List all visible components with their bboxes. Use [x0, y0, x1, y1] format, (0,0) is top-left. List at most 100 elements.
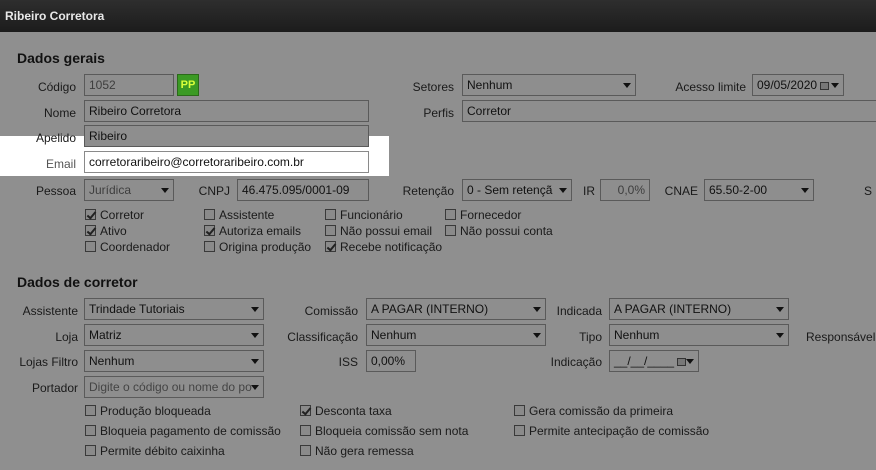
iss-label: ISS	[338, 355, 358, 369]
checkbox-box[interactable]	[325, 225, 336, 236]
setores-value: Nenhum	[467, 78, 513, 92]
checkbox-box[interactable]	[445, 225, 456, 236]
checkbox-bloqueia-pagamento-comissao[interactable]: Bloqueia pagamento de comissão	[85, 424, 281, 438]
checkbox-bloqueia-comissao-sem-nota[interactable]: Bloqueia comissão sem nota	[300, 424, 468, 438]
pessoa-select[interactable]: Jurídica	[84, 179, 174, 201]
checkbox-label: Fornecedor	[460, 208, 522, 222]
checkbox-desconta-taxa[interactable]: Desconta taxa	[300, 404, 392, 418]
apelido-field[interactable]: Ribeiro	[84, 125, 369, 147]
calendar-icon[interactable]	[820, 81, 830, 90]
indicacao-date[interactable]: __/__/____	[609, 350, 699, 372]
checkbox-box[interactable]	[85, 425, 96, 436]
email-label: Email	[45, 157, 76, 171]
acesso-limite-date[interactable]: 09/05/2020	[752, 74, 844, 96]
checkbox-gera-comissao-primeira[interactable]: Gera comissão da primeira	[514, 404, 673, 418]
perfis-label: Perfis	[423, 106, 454, 120]
checkbox-box[interactable]	[85, 241, 96, 252]
checkbox-box[interactable]	[445, 209, 456, 220]
perfis-field[interactable]: Corretor	[462, 100, 876, 122]
checkbox-corretor[interactable]: Corretor	[85, 208, 144, 222]
checkbox-coordenador[interactable]: Coordenador	[85, 240, 170, 254]
loja-label: Loja	[55, 330, 78, 344]
portador-input[interactable]: Digite o código ou nome do po	[84, 376, 264, 398]
checkbox-producao-bloqueada[interactable]: Produção bloqueada	[85, 404, 211, 418]
ir-field[interactable]: 0,0%	[600, 179, 650, 201]
classificacao-select[interactable]: Nenhum	[366, 324, 546, 346]
checkbox-label: Gera comissão da primeira	[529, 404, 674, 418]
checkbox-label: Permite débito caixinha	[100, 444, 225, 458]
checkbox-funcionario[interactable]: Funcionário	[325, 208, 403, 222]
chevron-down-icon	[623, 83, 631, 88]
checkbox-permite-antecipacao-comissao[interactable]: Permite antecipação de comissão	[514, 424, 709, 438]
checkbox-nao-possui-email[interactable]: Não possui email	[325, 224, 432, 238]
apelido-label: Apelido	[35, 131, 76, 145]
checkbox-box[interactable]	[85, 445, 96, 456]
chevron-down-icon	[251, 359, 259, 364]
nome-field[interactable]: Ribeiro Corretora	[84, 100, 369, 122]
lojas-filtro-select[interactable]: Nenhum	[84, 350, 264, 372]
ir-label: IR	[583, 184, 595, 198]
checkbox-box[interactable]	[325, 209, 336, 220]
setores-label: Setores	[412, 80, 454, 94]
assistente-select[interactable]: Trindade Tutoriais	[84, 298, 264, 320]
acesso-limite-label: Acesso limite	[675, 80, 746, 94]
pessoa-label: Pessoa	[35, 184, 76, 198]
lojas-filtro-label: Lojas Filtro	[19, 355, 78, 369]
cut-off-label: S	[864, 184, 873, 198]
indicacao-value: __/__/____	[614, 354, 675, 368]
checkbox-nao-possui-conta[interactable]: Não possui conta	[445, 224, 553, 238]
comissao-select[interactable]: A PAGAR (INTERNO)	[366, 298, 546, 320]
checkbox-label: Assistente	[219, 208, 275, 222]
section-title-general: Dados gerais	[17, 50, 105, 66]
portador-placeholder: Digite o código ou nome do po	[89, 380, 252, 394]
checkbox-label: Permite antecipação de comissão	[529, 424, 710, 438]
pessoa-value: Jurídica	[89, 183, 132, 197]
portador-label: Portador	[31, 381, 78, 395]
retencao-label: Retenção	[402, 184, 454, 198]
checkbox-label: Coordenador	[100, 240, 171, 254]
checkbox-recebe-notificacao[interactable]: Recebe notificação	[325, 240, 442, 254]
checkbox-box[interactable]	[204, 241, 215, 252]
window-title: Ribeiro Corretora	[5, 9, 105, 23]
assistente-label: Assistente	[22, 304, 78, 318]
checkbox-box[interactable]	[514, 425, 525, 436]
cnpj-field[interactable]: 46.475.095/0001-09	[237, 179, 369, 201]
chevron-down-icon	[686, 359, 694, 364]
pp-badge[interactable]: PP	[177, 74, 199, 96]
checkbox-box[interactable]	[85, 225, 96, 236]
checkbox-box[interactable]	[300, 445, 311, 456]
indicada-select[interactable]: A PAGAR (INTERNO)	[609, 298, 789, 320]
setores-select[interactable]: Nenhum	[462, 74, 636, 96]
loja-select[interactable]: Matriz	[84, 324, 264, 346]
cnae-label: CNAE	[664, 184, 698, 198]
checkbox-box[interactable]	[204, 225, 215, 236]
checkbox-assistente[interactable]: Assistente	[204, 208, 274, 222]
checkbox-box[interactable]	[300, 405, 311, 416]
checkbox-nao-gera-remessa[interactable]: Não gera remessa	[300, 444, 414, 458]
checkbox-box[interactable]	[85, 209, 96, 220]
iss-field[interactable]: 0,00%	[366, 350, 416, 372]
retencao-select[interactable]: 0 - Sem retençã	[462, 179, 572, 201]
checkbox-box[interactable]	[85, 405, 96, 416]
chevron-down-icon	[559, 188, 567, 193]
checkbox-box[interactable]	[325, 241, 336, 252]
checkbox-label: Bloqueia pagamento de comissão	[100, 424, 281, 438]
checkbox-box[interactable]	[300, 425, 311, 436]
checkbox-origina-producao[interactable]: Origina produção	[204, 240, 311, 254]
chevron-down-icon	[776, 307, 784, 312]
checkbox-permite-debito-caixinha[interactable]: Permite débito caixinha	[85, 444, 225, 458]
lojas-filtro-value: Nenhum	[89, 354, 135, 368]
checkbox-label: Origina produção	[219, 240, 312, 254]
checkbox-autoriza-emails[interactable]: Autoriza emails	[204, 224, 301, 238]
checkbox-fornecedor[interactable]: Fornecedor	[445, 208, 521, 222]
checkbox-ativo[interactable]: Ativo	[85, 224, 127, 238]
email-field[interactable]: corretoraribeiro@corretoraribeiro.com.br	[84, 151, 369, 173]
checkbox-box[interactable]	[514, 405, 525, 416]
responsavel-label: Responsável	[806, 330, 876, 344]
checkbox-box[interactable]	[204, 209, 215, 220]
chevron-down-icon	[251, 385, 259, 390]
tipo-select[interactable]: Nenhum	[609, 324, 789, 346]
codigo-field[interactable]: 1052	[84, 74, 174, 96]
cnae-select[interactable]: 65.50-2-00	[704, 179, 814, 201]
retencao-value: 0 - Sem retençã	[467, 183, 553, 197]
